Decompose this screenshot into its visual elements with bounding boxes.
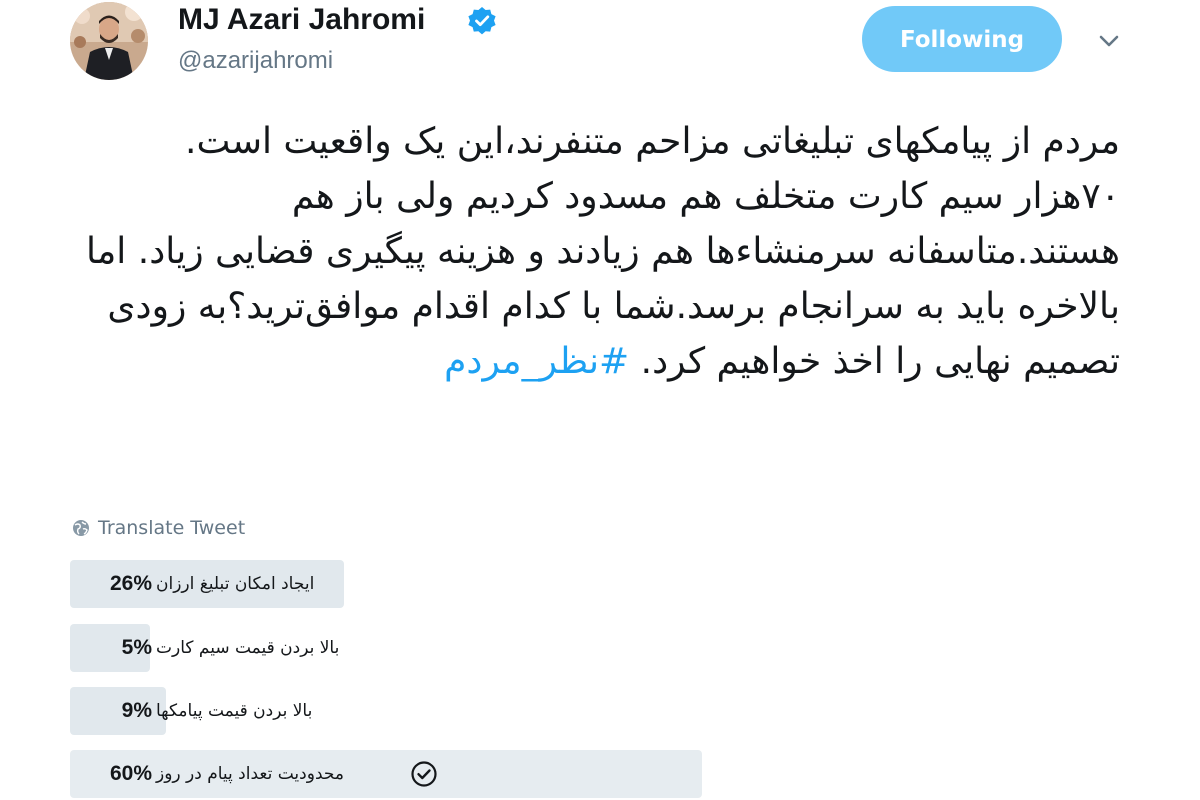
poll-option-2: 5% بالا بردن قیمت سیم کارت [70,624,850,672]
poll-option-label: بالا بردن قیمت پیامکها [156,701,313,721]
globe-icon [73,520,89,536]
poll-option-1: 26% ایجاد امکان تبلیغ ارزان [70,560,850,608]
display-name[interactable]: MJ Azari Jahromi [178,2,425,38]
tweet-text: مردم از پیامکهای تبلیغاتی مزاحم متنفرند،… [70,114,1120,389]
tweet-card: MJ Azari Jahromi @azarijahromi Following… [0,0,1200,800]
check-circle-icon [411,761,437,787]
following-button[interactable]: Following [862,6,1062,72]
poll-percent: 5% [121,636,152,659]
poll-option-label: بالا بردن قیمت سیم کارت [156,638,340,658]
poll-percent: 26% [109,572,152,595]
poll-percent: 9% [121,699,152,722]
translate-tweet-link[interactable]: Translate Tweet [72,516,245,540]
chevron-down-icon[interactable] [1094,26,1124,56]
translate-label: Translate Tweet [98,517,246,539]
user-handle[interactable]: @azarijahromi [178,46,333,76]
poll-option-label: محدودیت تعداد پیام در روز [156,764,344,784]
poll-option-3: 9% بالا بردن قیمت پیامکها [70,687,850,735]
verified-badge-icon [468,7,496,35]
poll-percent: 60% [109,762,152,785]
poll-option-4: 60% محدودیت تعداد پیام در روز [70,750,850,798]
avatar[interactable] [70,2,148,80]
poll-option-label: ایجاد امکان تبلیغ ارزان [156,574,315,594]
hashtag-link[interactable]: #نظر_مردم [444,341,629,382]
avatar-image [70,2,148,80]
